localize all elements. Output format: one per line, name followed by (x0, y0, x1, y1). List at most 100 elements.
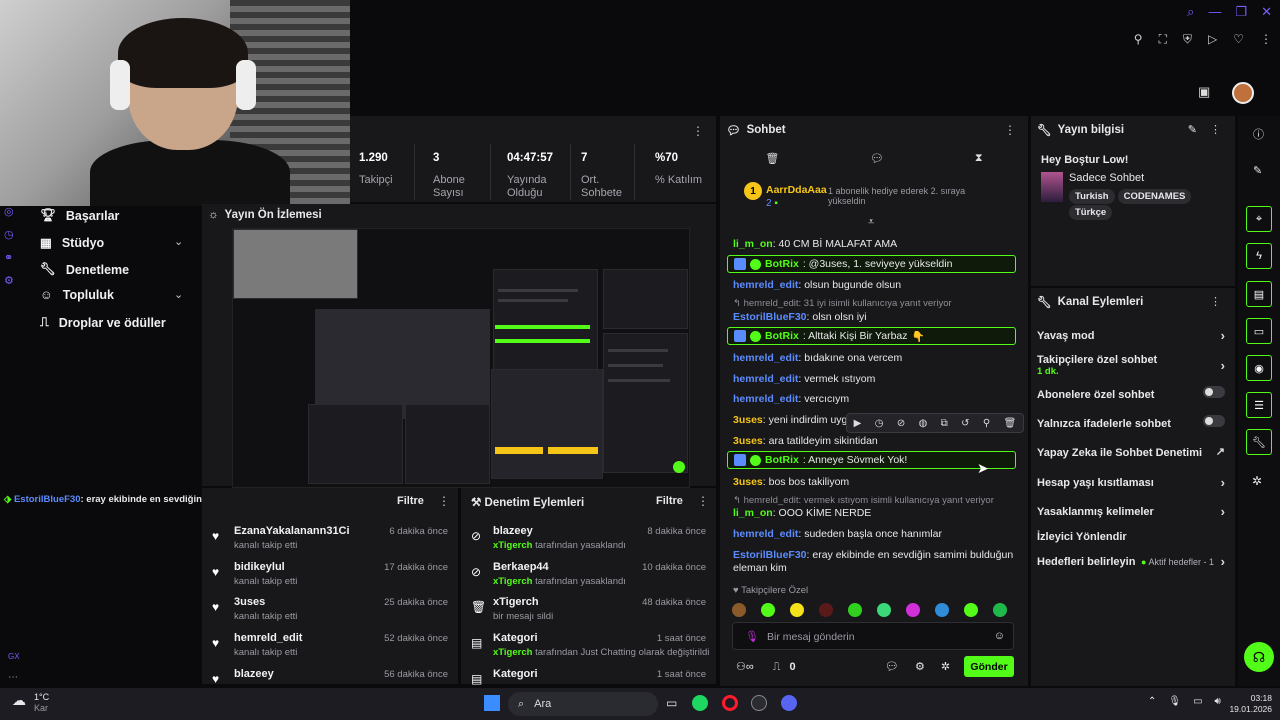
pin-icon[interactable]: ⚲ (983, 418, 990, 429)
mic-icon[interactable]: 🎙︎ (745, 630, 759, 643)
emote-icon[interactable] (732, 603, 746, 617)
edit-icon[interactable]: ✎ (1188, 123, 1197, 136)
emote-only-toggle[interactable] (1203, 415, 1225, 427)
menu-dots-icon[interactable]: ⋮ (1210, 123, 1221, 136)
nav-item-achievements[interactable]: 🏆︎ Başarılar (40, 208, 119, 223)
chevron-up-icon[interactable]: ⌃ (1148, 696, 1156, 707)
clock-icon[interactable]: ◷ (875, 418, 884, 429)
nav-item-studio[interactable]: ▦ Stüdyo (40, 235, 104, 251)
document-icon[interactable]: ▤ (1246, 281, 1272, 307)
chat-icon[interactable]: ◍ (919, 418, 928, 429)
gear-icon[interactable]: ⚙ (915, 660, 925, 673)
speaker-icon[interactable]: 🔊︎ (1215, 696, 1221, 707)
weather-icon[interactable]: ☁ (12, 692, 26, 709)
banned-words-item[interactable]: Yasaklanmış kelimeler › (1037, 504, 1225, 519)
menu-dots-icon[interactable]: ⋮ (1260, 32, 1272, 47)
lightning-icon[interactable]: ϟ (1246, 243, 1272, 269)
task-view-icon[interactable]: ▭ (666, 696, 677, 710)
chevron-down-icon[interactable]: ⌄ (174, 288, 183, 301)
nav-item-drops[interactable]: ⎍ Droplar ve ödüller (40, 315, 166, 330)
chat-icon[interactable]: 💬︎ (870, 152, 884, 165)
settings-icon[interactable]: ⚙ (4, 274, 14, 287)
more-icon[interactable]: ⋯ (8, 672, 18, 683)
copy-icon[interactable]: ⧉ (941, 418, 948, 429)
followers-only-item[interactable]: Takipçilere özel sohbet 1 dk. › (1037, 354, 1225, 377)
subscribers-only-toggle[interactable] (1203, 386, 1225, 398)
menu-dots-icon[interactable]: ⋮ (1004, 123, 1016, 137)
slow-mode-item[interactable]: Yavaş mod › (1037, 328, 1225, 343)
hourglass-icon[interactable]: ⧗ (975, 152, 983, 165)
menu-dots-icon[interactable]: ⋮ (692, 124, 704, 138)
restore-icon[interactable]: ❐ (1235, 4, 1247, 20)
circle-icon[interactable]: ◎ (4, 205, 14, 218)
gx-icon[interactable]: GX (8, 652, 20, 661)
puzzle-icon[interactable]: ✲ (941, 660, 950, 673)
emote-icon[interactable] (993, 603, 1007, 617)
emote-icon[interactable] (819, 603, 833, 617)
emote-icon[interactable] (790, 603, 804, 617)
menu-dots-icon[interactable]: ⋮ (1210, 295, 1221, 308)
list-icon[interactable]: ☰ (1246, 392, 1272, 418)
scan-icon[interactable]: ⌖ (1246, 206, 1272, 232)
minimize-icon[interactable]: — (1208, 4, 1221, 20)
people-icon[interactable]: ⚇∞ (736, 661, 754, 673)
discord-icon[interactable] (781, 695, 797, 711)
chevron-down-icon[interactable]: ⌄ (174, 235, 183, 248)
opera-icon[interactable] (722, 695, 738, 711)
wrench-icon[interactable]: 🔧︎ (1246, 429, 1272, 455)
emote-icon[interactable] (877, 603, 891, 617)
emoji-picker-icon[interactable]: ☺ (994, 630, 1005, 642)
mic-icon[interactable]: 🎙︎ (1168, 696, 1181, 707)
gift-icon[interactable]: ⎍ (773, 661, 781, 673)
gift-box-icon[interactable]: ▣ (1198, 84, 1210, 100)
weather-widget[interactable]: 1°C Kar (34, 692, 49, 714)
emote-icon[interactable] (761, 603, 775, 617)
windows-start-icon[interactable] (484, 695, 500, 711)
broadcast-icon[interactable]: ◉ (1246, 355, 1272, 381)
clock-icon[interactable]: ◷ (4, 228, 14, 241)
slash-icon[interactable]: ⊘ (897, 418, 905, 429)
bubble-icon[interactable]: 💬︎ (885, 660, 899, 673)
undo-icon[interactable]: ↺ (961, 418, 969, 429)
emote-icon[interactable] (906, 603, 920, 617)
chat-icon[interactable]: ▭ (1246, 318, 1272, 344)
emote-icon[interactable] (964, 603, 978, 617)
raid-item[interactable]: İzleyici Yönlendir (1037, 531, 1225, 543)
edit-icon[interactable]: ✎ (1253, 164, 1262, 177)
spotify-icon[interactable] (692, 695, 708, 711)
goals-item[interactable]: Hedefleri belirleyin ● Aktif hedefler - … (1037, 554, 1225, 569)
emote-icon[interactable] (935, 603, 949, 617)
search-icon[interactable]: ⌕ (1187, 4, 1194, 20)
clock[interactable]: 03:18 19.01.2026 (1228, 693, 1272, 715)
puzzle-icon[interactable]: ✲ (1252, 474, 1262, 488)
play-icon[interactable]: ▶ (854, 418, 862, 429)
trash-icon[interactable]: 🗑︎ (765, 152, 779, 165)
link-icon[interactable]: ⚭ (4, 251, 14, 264)
menu-dots-icon[interactable]: ⋮ (697, 494, 709, 508)
nav-item-moderation[interactable]: 🔧︎ Denetleme (40, 262, 129, 277)
info-icon[interactable]: ⓘ (1253, 126, 1264, 142)
pin-icon[interactable]: ⚲ (1134, 32, 1143, 47)
play-icon[interactable]: ▷ (1208, 32, 1217, 47)
steam-icon[interactable] (751, 695, 767, 711)
heart-icon[interactable]: ♡ (1233, 32, 1244, 47)
support-headset-icon[interactable]: ☊ (1244, 642, 1274, 672)
trash-icon[interactable]: 🗑︎ (1004, 418, 1017, 429)
close-icon[interactable]: ✕ (1261, 4, 1272, 20)
fullscreen-icon[interactable]: ⛶ (1159, 32, 1167, 47)
filter-button[interactable]: Filtre (656, 495, 683, 507)
shield-icon[interactable]: ⛨ (1183, 32, 1192, 47)
filter-button[interactable]: Filtre (397, 495, 424, 507)
scroll-down-icon[interactable]: ⩡ (868, 216, 874, 229)
emote-icon[interactable] (848, 603, 862, 617)
chat-input[interactable]: 🎙︎ Bir mesaj gönderin ☺ (732, 622, 1014, 650)
send-button[interactable]: Gönder (964, 656, 1014, 677)
stream-preview-screen[interactable] (232, 228, 690, 488)
taskbar-search[interactable]: ⌕ Ara (508, 692, 658, 716)
nav-item-community[interactable]: ☺ Topluluk (40, 288, 114, 302)
ai-moderation-item[interactable]: Yapay Zeka ile Sohbet Denetimi ↗ (1037, 446, 1225, 459)
avatar[interactable] (1232, 82, 1254, 104)
monitor-icon[interactable]: ▭ (1193, 696, 1202, 707)
menu-dots-icon[interactable]: ⋮ (438, 494, 450, 508)
account-age-item[interactable]: Hesap yaşı kısıtlaması › (1037, 475, 1225, 490)
